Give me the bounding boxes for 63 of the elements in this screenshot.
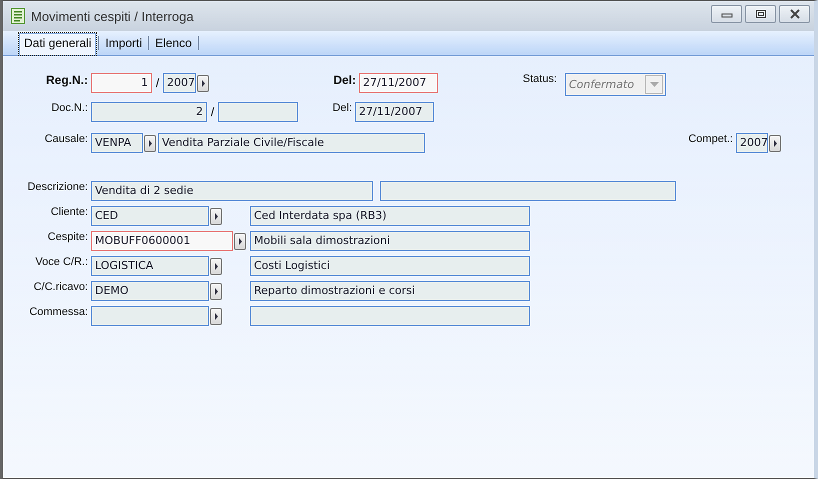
year-field[interactable]: 2007 xyxy=(163,73,196,93)
separator: / xyxy=(154,76,160,90)
field-label: Del: xyxy=(332,73,357,87)
code-field[interactable]: CED xyxy=(91,206,209,226)
text-field[interactable] xyxy=(380,181,676,201)
lookup-button[interactable] xyxy=(210,308,222,324)
lookup-button[interactable] xyxy=(210,208,222,224)
lookup-button[interactable] xyxy=(210,282,222,300)
description-field[interactable] xyxy=(250,306,530,326)
code-field[interactable]: MOBUFF0600001 xyxy=(91,231,233,251)
description-field[interactable]: Ced Interdata spa (RB3) xyxy=(250,206,530,226)
field-label: Reg.N.: xyxy=(45,73,89,87)
field-label: Commessa: xyxy=(28,306,89,318)
field-label: C/C.ricavo: xyxy=(32,281,89,293)
field-label: Cliente: xyxy=(50,206,89,218)
tab[interactable]: Importi xyxy=(101,34,146,52)
field-label: Causale: xyxy=(44,133,89,145)
chevron-icon xyxy=(200,80,206,86)
lookup-button[interactable] xyxy=(234,232,246,250)
tab[interactable]: Elenco xyxy=(151,34,196,52)
window-title: Movimenti cespiti / Interroga xyxy=(31,8,195,24)
chevron-icon xyxy=(214,262,218,270)
chevron-icon xyxy=(772,140,778,146)
description-field[interactable]: Reparto dimostrazioni e corsi xyxy=(250,281,530,301)
field-label: Voce C/R.: xyxy=(34,256,89,268)
lookup-button[interactable] xyxy=(144,134,156,152)
field-label: Doc.N.: xyxy=(50,102,89,114)
code-field[interactable] xyxy=(91,306,209,326)
date-field[interactable]: 27/11/2007 xyxy=(355,102,434,122)
chevron-icon xyxy=(214,312,218,320)
document-icon xyxy=(11,8,25,24)
field-label: Status: xyxy=(522,73,558,85)
description-field[interactable]: Vendita Parziale Civile/Fiscale xyxy=(158,133,425,153)
maximize-icon xyxy=(754,9,766,19)
close-button[interactable] xyxy=(779,5,810,23)
description-field[interactable]: Mobili sala dimostrazioni xyxy=(250,231,530,251)
lookup-button[interactable] xyxy=(197,74,209,92)
close-icon xyxy=(788,9,800,19)
field-label: Compet.: xyxy=(687,133,734,145)
date-field[interactable]: 27/11/2007 xyxy=(359,73,438,93)
tab[interactable]: Dati generali xyxy=(19,33,96,55)
code-field[interactable]: LOGISTICA xyxy=(91,256,209,276)
number-field[interactable]: 1 xyxy=(91,73,152,93)
year-field[interactable]: 2007 xyxy=(736,133,768,153)
code-field[interactable]: VENPA xyxy=(91,133,143,153)
code-field[interactable]: DEMO xyxy=(91,281,209,301)
description-field[interactable]: Costi Logistici xyxy=(250,256,530,276)
maximize-button[interactable] xyxy=(745,5,776,23)
chevron-icon xyxy=(148,140,152,146)
separator: / xyxy=(210,105,216,119)
field-label: Descrizione: xyxy=(26,181,89,193)
lookup-button[interactable] xyxy=(210,258,222,274)
minimize-button[interactable] xyxy=(711,5,742,23)
text-field[interactable] xyxy=(218,102,298,122)
field-label: Del: xyxy=(331,102,353,114)
dropdown-arrow-icon xyxy=(650,82,658,86)
chevron-icon xyxy=(238,238,242,244)
field-label: Cespite: xyxy=(46,231,89,243)
description-field[interactable]: Vendita di 2 sedie xyxy=(91,181,373,201)
number-field[interactable]: 2 xyxy=(91,102,207,122)
chevron-icon xyxy=(214,288,218,294)
chevron-icon xyxy=(214,212,218,220)
lookup-button[interactable] xyxy=(769,134,781,152)
